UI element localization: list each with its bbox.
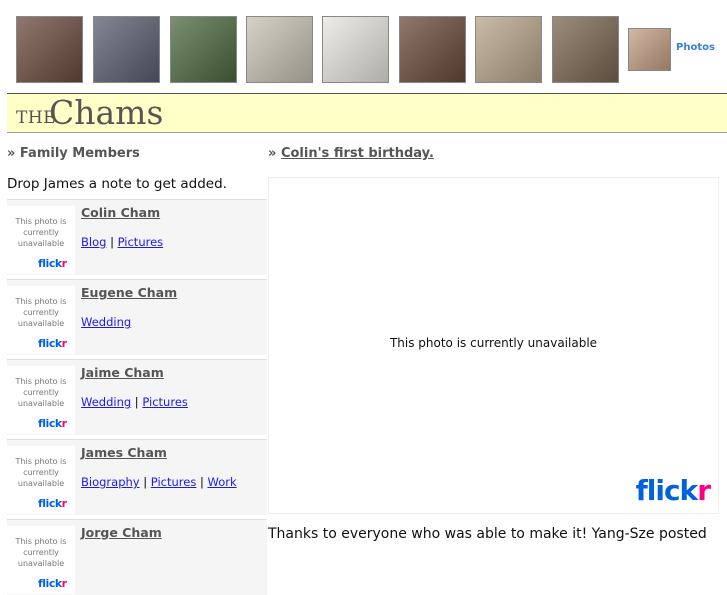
avatar-unavailable-text: This photo is currently unavailable [15, 297, 67, 328]
member-avatar[interactable]: This photo is currently unavailable flick… [7, 286, 75, 354]
flickr-logo: flickr [38, 577, 67, 590]
member-row: This photo is currently unavailable flick… [7, 359, 267, 435]
flickr-logo-r: r [697, 474, 711, 507]
pagoda-model-photo[interactable] [552, 16, 619, 83]
flickr-logo: flickr [38, 257, 67, 270]
tent-child-photo[interactable] [246, 16, 313, 83]
flickr-logo-main: flick [38, 257, 62, 270]
child-white-shirt-photo[interactable] [322, 16, 389, 83]
photo-unavailable-message: This photo is currently unavailable [389, 336, 598, 350]
avatar-unavailable-text: This photo is currently unavailable [15, 537, 67, 568]
family-selfie-2-photo[interactable] [399, 16, 466, 83]
post-photo[interactable]: This photo is currently unavailable flic… [268, 177, 719, 514]
flickr-logo-main: flick [38, 337, 62, 350]
banner-title: Chams [49, 93, 164, 132]
flickr-logo-main: flick [38, 417, 62, 430]
flickr-logo-r: r [61, 497, 67, 510]
member-avatar[interactable]: This photo is currently unavailable flick… [7, 446, 75, 514]
member-link[interactable]: Blog [81, 235, 106, 249]
photos-link[interactable]: Photos [676, 42, 715, 53]
member-avatar[interactable]: This photo is currently unavailable flick… [7, 206, 75, 274]
member-link[interactable]: Pictures [142, 395, 188, 409]
link-separator: | [139, 475, 151, 489]
member-name-link[interactable]: Colin Cham [81, 205, 160, 220]
member-link[interactable]: Wedding [81, 395, 131, 409]
member-row: This photo is currently unavailable flick… [7, 439, 267, 515]
member-link[interactable]: Biography [81, 475, 140, 489]
member-avatar[interactable]: This photo is currently unavailable flick… [7, 366, 75, 434]
thumb-image [476, 17, 541, 82]
thumb-image [171, 17, 236, 82]
avatar-unavailable-text: This photo is currently unavailable [15, 457, 67, 488]
member-links: Wedding [81, 315, 131, 329]
family-selfie-photo[interactable] [16, 16, 83, 83]
thumb-image [17, 17, 82, 82]
member-name-link[interactable]: Eugene Cham [81, 285, 177, 300]
thumb-image [323, 17, 388, 82]
member-link[interactable]: Pictures [118, 235, 164, 249]
flickr-logo-main: flick [38, 497, 62, 510]
flickr-logo: flickr [38, 497, 67, 510]
member-name-link[interactable]: Jorge Cham [81, 525, 162, 540]
member-name-link[interactable]: James Cham [81, 445, 167, 460]
avatar-unavailable-text: This photo is currently unavailable [15, 377, 67, 408]
member-link[interactable]: Pictures [151, 475, 197, 489]
member-links: Wedding | Pictures [81, 395, 188, 409]
member-links: Blog | Pictures [81, 235, 163, 249]
restaurant-family-photo[interactable] [93, 16, 160, 83]
thumb-image [629, 29, 670, 70]
site-banner: THE Chams [7, 93, 727, 133]
park-trees-photo[interactable] [170, 16, 237, 83]
thumb-image [247, 17, 312, 82]
post-heading-prefix: » [268, 146, 281, 161]
post-body-text: Thanks to everyone who was able to make … [268, 526, 707, 542]
member-link[interactable]: Work [208, 475, 237, 489]
member-row: This photo is currently unavailable flick… [7, 519, 267, 595]
flickr-logo: flickr [38, 337, 67, 350]
wood-blocks-tower-photo[interactable] [475, 16, 542, 83]
flickr-logo: flickr [635, 474, 711, 507]
member-name-link[interactable]: Jaime Cham [81, 365, 164, 380]
family-members-heading: » Family Members [7, 146, 140, 161]
add-note-text: Drop James a note to get added. [7, 176, 227, 192]
thumb-image [94, 17, 159, 82]
flickr-logo-r: r [61, 337, 67, 350]
member-links: Biography | Pictures | Work [81, 475, 237, 489]
flickr-logo: flickr [38, 417, 67, 430]
face-closeup-photo[interactable] [628, 28, 671, 71]
photo-strip [0, 0, 727, 93]
flickr-logo-main: flick [38, 577, 62, 590]
link-separator: | [131, 395, 143, 409]
flickr-logo-r: r [61, 577, 67, 590]
flickr-logo-main: flick [635, 474, 699, 507]
post-title-link[interactable]: Colin's first birthday. [281, 146, 434, 161]
flickr-logo-r: r [61, 417, 67, 430]
flickr-logo-r: r [61, 257, 67, 270]
avatar-unavailable-text: This photo is currently unavailable [15, 217, 67, 248]
member-row: This photo is currently unavailable flick… [7, 279, 267, 355]
thumb-image [553, 17, 618, 82]
post-heading: » Colin's first birthday. [268, 146, 434, 161]
thumb-image [400, 17, 465, 82]
link-separator: | [106, 235, 118, 249]
member-row: This photo is currently unavailable flick… [7, 199, 267, 275]
link-separator: | [196, 475, 208, 489]
member-link[interactable]: Wedding [81, 315, 131, 329]
member-avatar[interactable]: This photo is currently unavailable flick… [7, 526, 75, 594]
